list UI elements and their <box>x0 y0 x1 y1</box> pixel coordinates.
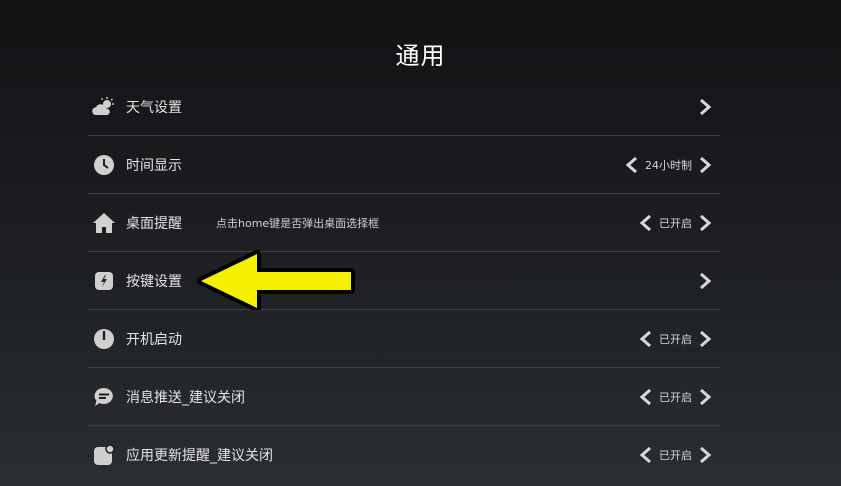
chevron-right-icon[interactable] <box>698 156 712 174</box>
key-icon <box>91 268 117 294</box>
update-icon <box>91 442 117 468</box>
clock-icon <box>91 152 117 178</box>
setting-row-boot-start[interactable]: 开机启动 已开启 <box>88 310 720 368</box>
setting-row-key-settings[interactable]: 按键设置 <box>88 252 720 310</box>
setting-row-desktop-reminder[interactable]: 桌面提醒 点击home键是否弹出桌面选择框 已开启 <box>88 194 720 252</box>
chevron-right-icon[interactable] <box>698 330 712 348</box>
chevron-left-icon[interactable] <box>625 156 639 174</box>
setting-label: 消息推送_建议关闭 <box>126 389 245 406</box>
setting-row-message-push[interactable]: 消息推送_建议关闭 已开启 <box>88 368 720 426</box>
chevron-right-icon[interactable] <box>698 98 712 116</box>
setting-row-weather[interactable]: 天气设置 <box>88 78 720 136</box>
setting-label: 应用更新提醒_建议关闭 <box>126 447 273 464</box>
setting-label: 桌面提醒 <box>126 215 182 232</box>
chevron-right-icon[interactable] <box>698 446 712 464</box>
home-icon <box>91 210 117 236</box>
settings-list: 天气设置 时间显示 24小时制 桌面提醒 点击home键是否弹出桌面选择框 已开… <box>88 78 720 483</box>
setting-label: 按键设置 <box>126 273 182 290</box>
setting-value: 24小时制 <box>645 158 692 172</box>
chevron-right-icon[interactable] <box>698 388 712 406</box>
setting-label: 天气设置 <box>126 99 182 116</box>
yellow-arrow-icon <box>197 250 355 310</box>
setting-value: 已开启 <box>659 390 692 404</box>
setting-row-app-update[interactable]: 应用更新提醒_建议关闭 已开启 <box>88 426 720 483</box>
weather-icon <box>91 94 117 120</box>
chevron-right-icon[interactable] <box>698 272 712 290</box>
setting-label: 时间显示 <box>126 157 182 174</box>
setting-row-time-display[interactable]: 时间显示 24小时制 <box>88 136 720 194</box>
chevron-left-icon[interactable] <box>639 446 653 464</box>
setting-value: 已开启 <box>659 448 692 462</box>
setting-value: 已开启 <box>659 332 692 346</box>
power-icon <box>91 326 117 352</box>
setting-description: 点击home键是否弹出桌面选择框 <box>216 216 380 230</box>
page-title: 通用 <box>395 42 446 70</box>
setting-value: 已开启 <box>659 216 692 230</box>
setting-label: 开机启动 <box>126 331 182 348</box>
chevron-left-icon[interactable] <box>639 214 653 232</box>
chevron-left-icon[interactable] <box>639 330 653 348</box>
chevron-right-icon[interactable] <box>698 214 712 232</box>
chevron-left-icon[interactable] <box>639 388 653 406</box>
message-icon <box>91 384 117 410</box>
